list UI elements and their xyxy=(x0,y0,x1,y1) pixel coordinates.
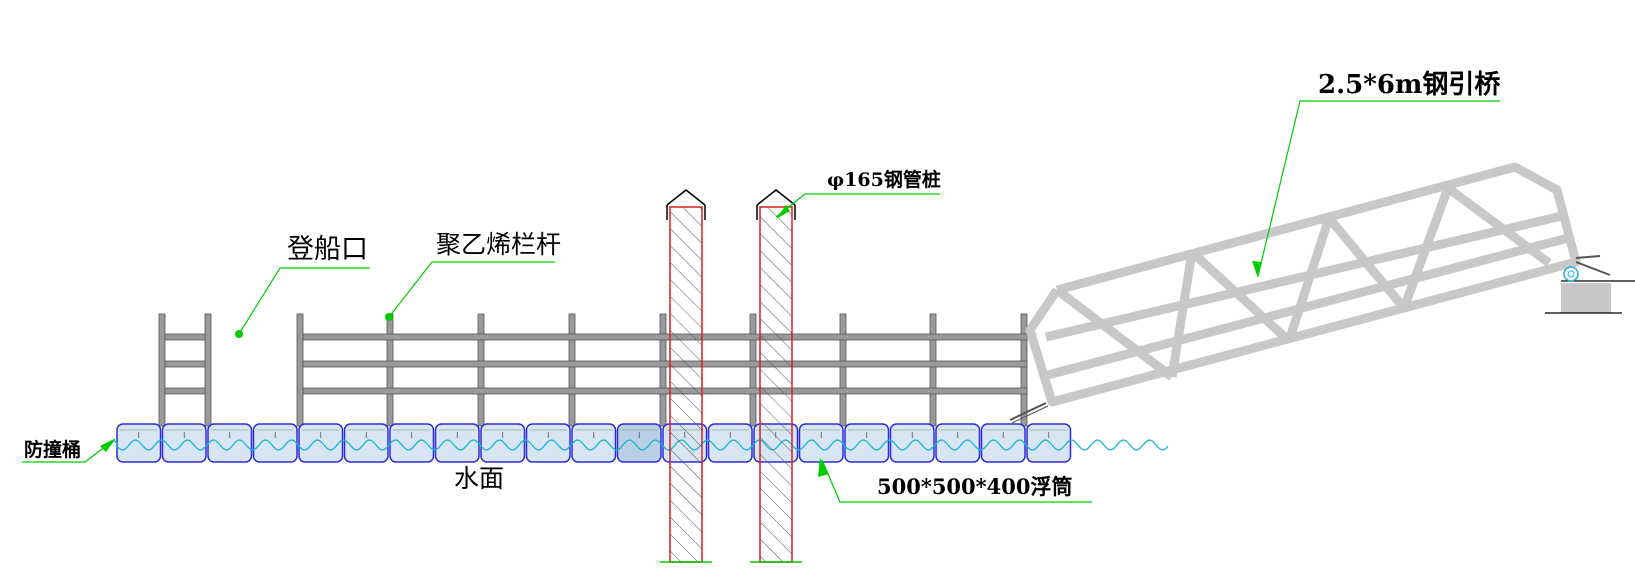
railing-post xyxy=(296,313,304,427)
label-water: 水面 xyxy=(454,464,504,493)
railing-post xyxy=(568,313,576,427)
railing-post xyxy=(749,313,757,427)
railing-post xyxy=(386,313,394,427)
label-railing: 聚乙烯栏杆 xyxy=(436,230,561,259)
railing-post xyxy=(477,313,485,427)
railing-post xyxy=(929,313,937,427)
label-pile: φ165钢管桩 xyxy=(827,168,941,191)
floating-dock-diagram: 登船口 聚乙烯栏杆 φ165钢管桩 2.5*6m钢引桥 防撞桶 水面 500*5… xyxy=(22,70,1635,563)
float-drum xyxy=(480,423,526,463)
steel-pile-left xyxy=(660,189,712,563)
float-drum xyxy=(889,423,935,463)
label-boarding-gate: 登船口 xyxy=(287,234,368,265)
railing-post xyxy=(158,313,166,427)
float-drum xyxy=(343,423,389,463)
float-drum xyxy=(116,423,162,463)
polyethylene-railing xyxy=(158,313,1028,427)
railing-post xyxy=(839,313,847,427)
bridge-hinge-left xyxy=(1009,402,1049,424)
float-drum xyxy=(707,423,753,463)
float-drum xyxy=(161,423,207,463)
label-fender: 防撞桶 xyxy=(24,438,81,461)
railing-rail xyxy=(164,333,206,341)
railing-rail xyxy=(164,360,206,368)
railing-post xyxy=(204,313,212,427)
float-drum xyxy=(298,423,344,463)
steel-pile-right xyxy=(750,189,802,563)
railing-rail xyxy=(302,387,1028,395)
railing-rail xyxy=(164,387,206,395)
steel-approach-bridge xyxy=(1025,162,1581,407)
float-drum xyxy=(844,423,890,463)
label-bridge: 2.5*6m钢引桥 xyxy=(1318,70,1501,100)
label-float: 500*500*400浮筒 xyxy=(877,474,1072,499)
float-drum xyxy=(525,423,571,463)
railing-rail xyxy=(302,360,1028,368)
float-drum xyxy=(1026,423,1072,463)
railing-post xyxy=(659,313,667,427)
railing-rail xyxy=(302,333,1028,341)
